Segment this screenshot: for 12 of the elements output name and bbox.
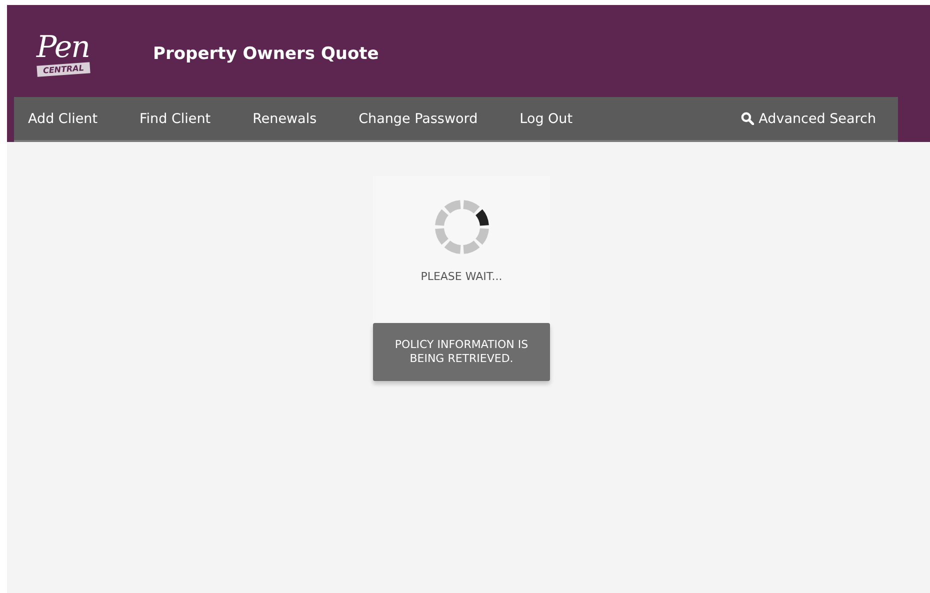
search-icon — [740, 112, 754, 125]
nav-link[interactable]: Renewals — [238, 110, 331, 126]
nav-link[interactable]: Change Password — [344, 110, 492, 126]
advanced-search-link[interactable]: Advanced Search — [726, 110, 890, 126]
page-title: Property Owners Quote — [153, 44, 379, 64]
nav-link[interactable]: Log Out — [506, 110, 587, 126]
loading-message: POLICY INFORMATION IS BEING RETRIEVED. — [373, 323, 550, 381]
nav-link[interactable]: Find Client — [126, 110, 225, 126]
spinner-icon — [432, 198, 490, 256]
nav-link[interactable]: Add Client — [14, 110, 112, 126]
loading-status: PLEASE WAIT... — [420, 270, 502, 283]
logo: Pen CENTRAL — [35, 32, 91, 74]
